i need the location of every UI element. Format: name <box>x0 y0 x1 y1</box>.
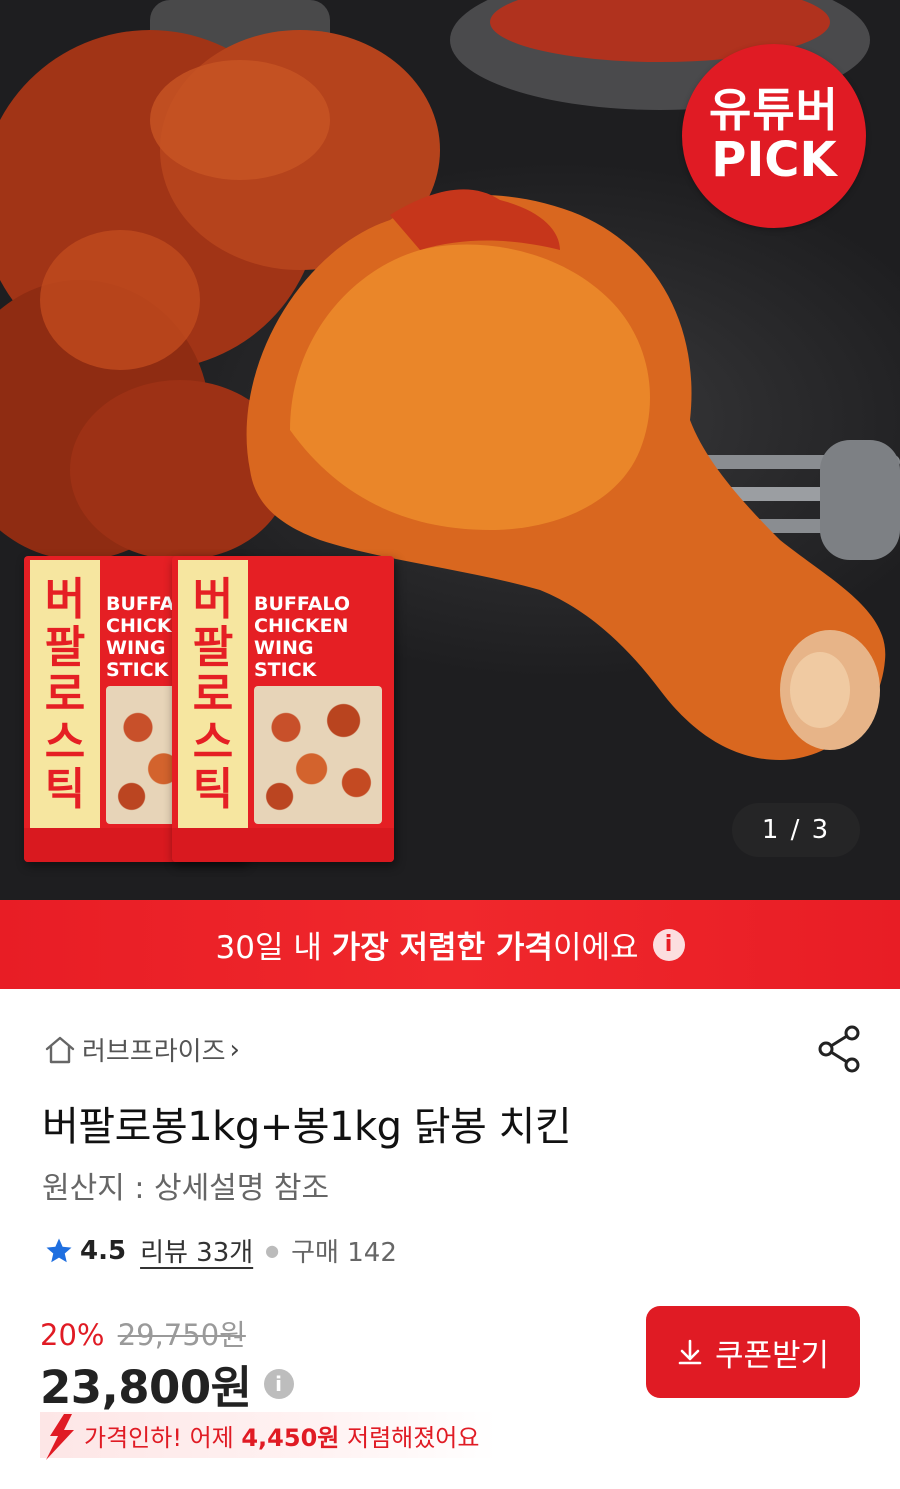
price-drop-prefix: 가격인하! 어제 <box>84 1423 242 1452</box>
original-price: 29,750원 <box>117 1318 246 1352</box>
badge-line-2: PICK <box>711 131 837 188</box>
share-icon[interactable] <box>814 1024 864 1074</box>
info-icon[interactable]: i <box>652 928 685 961</box>
package-korean-name: 버 팔 로 스 틱 <box>30 560 100 830</box>
product-image[interactable]: 유튜버 PICK 버 팔 로 스 틱 BUFFALO CHICKEN WING … <box>0 0 900 900</box>
coupon-button-label: 쿠폰받기 <box>714 1337 830 1374</box>
package-char: 로 <box>192 669 234 721</box>
reviews-link[interactable]: 리뷰 33개 <box>140 1232 253 1269</box>
youtuber-pick-badge: 유튜버 PICK <box>682 44 866 228</box>
store-link[interactable]: 러브프라이즈 › <box>44 1031 240 1068</box>
package-char: 버 <box>192 574 234 626</box>
price-row: 23,800원 i <box>40 1351 294 1416</box>
home-icon <box>45 1036 75 1063</box>
promo-prefix: 30일 내 <box>215 930 332 966</box>
lowest-price-banner: 30일 내 가장 저렴한 가격 이에요 i <box>0 900 900 989</box>
package-english-line: BUFFALO <box>254 593 350 615</box>
discount-row: 20% 29,750원 <box>40 1312 246 1354</box>
rating-score: 4.5 <box>80 1235 127 1266</box>
package-char: 팔 <box>192 621 234 673</box>
price-drop-notice: 가격인하! 어제 4,450원 저렴해졌어요 <box>40 1412 498 1460</box>
badge-line-1: 유튜버 <box>709 83 839 138</box>
package-footer <box>172 828 394 862</box>
price-drop-suffix: 저렴해졌어요 <box>339 1423 480 1452</box>
rating-row: 4.5 리뷰 33개 ● 구매 142 <box>44 1232 397 1269</box>
chevron-right-icon: › <box>229 1034 240 1065</box>
package-english-line: STICK <box>254 658 317 681</box>
separator-dot: ● <box>265 1241 280 1260</box>
package-char: 로 <box>44 669 86 721</box>
price-info-icon[interactable]: i <box>263 1368 294 1399</box>
package-char: 틱 <box>44 764 86 816</box>
purchase-count: 구매 142 <box>291 1238 397 1268</box>
promo-suffix: 이에요 <box>552 930 639 966</box>
product-title: 버팔로봉1kg+봉1kg 닭봉 치킨 <box>42 1104 572 1150</box>
star-icon <box>46 1238 72 1262</box>
package-char: 스 <box>44 716 86 768</box>
package-char: 팔 <box>44 621 86 673</box>
product-origin: 원산지 : 상세설명 참조 <box>42 1171 330 1206</box>
price-drop-amount: 4,450원 <box>241 1423 340 1452</box>
package-english-line: CHICKEN <box>254 614 349 637</box>
coupon-button[interactable]: 쿠폰받기 <box>646 1306 860 1398</box>
package-char: 스 <box>192 716 234 768</box>
image-counter: 1 / 3 <box>732 803 860 857</box>
package-english-line: WING <box>254 636 314 659</box>
package-image: 버 팔 로 스 틱 BUFFALO CHICKEN WING STICK <box>172 556 394 862</box>
sale-price: 23,800원 <box>40 1361 252 1414</box>
promo-highlight: 가장 저렴한 가격 <box>331 930 553 966</box>
package-char: 버 <box>44 574 86 626</box>
store-name: 러브프라이즈 <box>82 1037 226 1067</box>
discount-rate: 20% <box>40 1318 105 1352</box>
package-korean-name: 버 팔 로 스 틱 <box>178 560 248 830</box>
package-window <box>254 686 382 824</box>
package-char: 틱 <box>192 764 234 816</box>
price-down-arrow-icon <box>46 1414 74 1460</box>
package-english-name: BUFFALO CHICKEN WING STICK <box>254 593 350 681</box>
download-icon <box>678 1339 702 1365</box>
